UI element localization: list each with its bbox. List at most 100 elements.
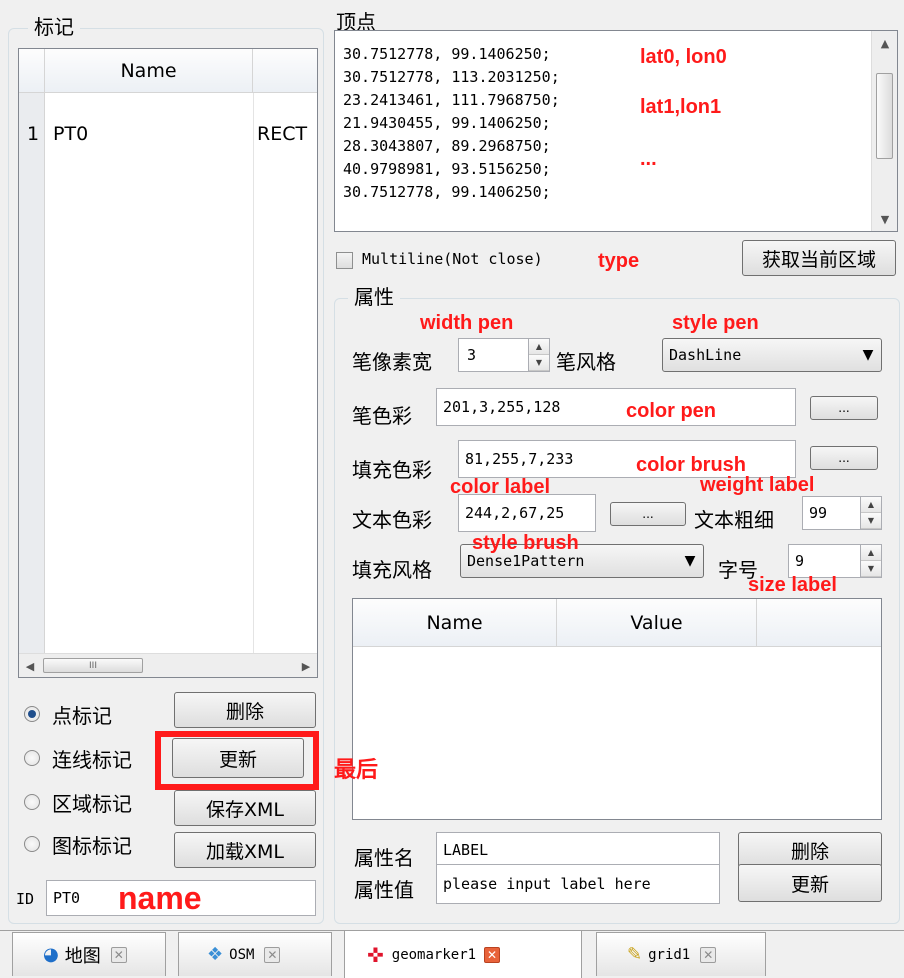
close-icon[interactable]: ✕: [700, 946, 717, 963]
marker-table[interactable]: Name 1 PT0 RECT ◀ III ▶: [18, 48, 318, 678]
brush-style-label: 填充风格: [352, 558, 432, 582]
map-tiles-icon: ❖: [207, 944, 224, 965]
horizontal-scrollbar[interactable]: ◀ III ▶: [19, 653, 317, 677]
markers-group-title: 标记: [28, 16, 80, 38]
vertices-textarea[interactable]: 30.7512778, 99.1406250; 30.7512778, 113.…: [334, 30, 898, 232]
load-xml-button[interactable]: 加载XML: [174, 832, 316, 868]
scroll-thumb[interactable]: III: [43, 658, 143, 673]
table-row-type[interactable]: RECT: [257, 123, 307, 145]
property-table-header-value[interactable]: Value: [557, 599, 757, 647]
radio-point-marker[interactable]: [24, 706, 40, 722]
properties-group-title: 属性: [348, 286, 400, 308]
spin-down-icon[interactable]: ▼: [861, 561, 881, 577]
table-header-type[interactable]: [253, 49, 317, 93]
scroll-up-icon[interactable]: ▲: [872, 31, 897, 55]
attr-name-field[interactable]: LABEL: [436, 832, 720, 868]
scroll-left-icon[interactable]: ◀: [19, 654, 41, 677]
annotation-name: name: [118, 880, 202, 916]
text-color-value: 244,2,67,25: [465, 504, 565, 522]
pen-width-label: 笔像素宽: [352, 350, 432, 374]
pen-style-dropdown[interactable]: DashLine ▼: [662, 338, 882, 372]
vertex-line: 40.9798981, 93.5156250;: [343, 160, 551, 178]
radio-region-marker[interactable]: [24, 794, 40, 810]
get-current-region-button[interactable]: 获取当前区域: [742, 240, 896, 276]
annotation-width-pen: width pen: [420, 312, 514, 334]
close-icon[interactable]: ✕: [484, 946, 501, 963]
text-weight-spin-buttons[interactable]: ▲ ▼: [860, 497, 881, 529]
tab-geomarker1-label: geomarker1: [391, 946, 477, 963]
radio-icon-marker-label[interactable]: 图标标记: [52, 830, 132, 859]
delete-marker-button[interactable]: 删除: [174, 692, 316, 728]
font-size-spin-buttons[interactable]: ▲ ▼: [860, 545, 881, 577]
annotation-last: 最后: [334, 757, 379, 782]
scroll-right-icon[interactable]: ▶: [295, 654, 317, 677]
table-corner: [19, 49, 45, 93]
attr-value-field[interactable]: please input label here: [436, 864, 720, 904]
chevron-down-icon: ▼: [862, 347, 874, 363]
scroll-thumb-grip: III: [89, 660, 97, 671]
property-table-header-extra: [757, 599, 881, 647]
annotation-style-pen: style pen: [672, 312, 759, 334]
text-weight-label: 文本粗细: [694, 508, 774, 532]
radio-line-marker-label[interactable]: 连线标记: [52, 744, 132, 773]
annotation-lat1: lat1,lon1: [640, 96, 722, 118]
radio-line-marker[interactable]: [24, 750, 40, 766]
pen-style-label: 笔风格: [556, 350, 616, 374]
font-size-spinbox[interactable]: 9 ▲ ▼: [788, 544, 882, 578]
pen-color-field[interactable]: 201,3,255,128: [436, 388, 796, 426]
radio-icon-marker[interactable]: [24, 836, 40, 852]
attr-value-value: please input label here: [443, 875, 651, 893]
multiline-checkbox[interactable]: [336, 252, 353, 269]
attr-value-label: 属性值: [354, 878, 414, 902]
brush-color-picker-button[interactable]: ...: [810, 446, 878, 470]
annotation-dots: ...: [640, 148, 657, 170]
attr-name-label: 属性名: [354, 846, 414, 870]
vertices-lines: 30.7512778, 99.1406250; 30.7512778, 113.…: [343, 43, 863, 231]
property-table[interactable]: Name Value: [352, 598, 882, 820]
close-icon[interactable]: ✕: [264, 946, 281, 963]
text-color-picker-button[interactable]: ...: [610, 502, 686, 526]
close-icon[interactable]: ✕: [110, 946, 127, 963]
table-header-name[interactable]: Name: [45, 49, 253, 93]
radio-region-marker-label[interactable]: 区域标记: [52, 788, 132, 817]
brush-color-value: 81,255,7,233: [465, 450, 574, 468]
vertex-line: 23.2413461, 111.7968750;: [343, 91, 560, 109]
text-color-label: 文本色彩: [352, 508, 432, 532]
text-color-field[interactable]: 244,2,67,25: [458, 494, 596, 532]
spin-up-icon[interactable]: ▲: [529, 339, 549, 355]
vertical-scroll-thumb[interactable]: [876, 73, 893, 159]
tab-map-label: 地图: [64, 945, 101, 967]
tab-osm-label: OSM: [229, 946, 255, 963]
tab-osm[interactable]: ❖ OSM ✕: [178, 932, 332, 976]
tab-grid1[interactable]: ✎ grid1 ✕: [596, 932, 766, 976]
pen-width-spin-buttons[interactable]: ▲ ▼: [528, 339, 549, 371]
annotation-style-brush: style brush: [472, 532, 579, 554]
scroll-down-icon[interactable]: ▼: [872, 207, 897, 231]
tab-map[interactable]: ◕ 地图 ✕: [12, 932, 166, 976]
spin-up-icon[interactable]: ▲: [861, 545, 881, 561]
annotation-type: type: [598, 250, 640, 272]
font-size-value: 9: [795, 552, 805, 570]
pen-style-value: DashLine: [669, 346, 742, 364]
row-index[interactable]: 1: [27, 123, 39, 145]
vertices-scrollbar[interactable]: ▲ ▼: [871, 31, 897, 231]
delete-attribute-button[interactable]: 删除: [738, 832, 882, 868]
tab-grid1-label: grid1: [648, 946, 691, 963]
spin-down-icon[interactable]: ▼: [529, 355, 549, 371]
pen-width-spinbox[interactable]: 3 ▲ ▼: [458, 338, 550, 372]
radio-point-marker-label[interactable]: 点标记: [52, 700, 112, 729]
update-attribute-button[interactable]: 更新: [738, 864, 882, 902]
multiline-label[interactable]: Multiline(Not close): [362, 250, 543, 268]
brush-color-label: 填充色彩: [352, 458, 432, 482]
id-label: ID: [16, 890, 35, 908]
pencil-grid-icon: ✎: [627, 944, 643, 965]
save-xml-button[interactable]: 保存XML: [174, 790, 316, 826]
text-weight-spinbox[interactable]: 99 ▲ ▼: [802, 496, 882, 530]
table-row-name[interactable]: PT0: [53, 123, 88, 145]
update-marker-button[interactable]: 更新: [172, 738, 304, 778]
pen-color-picker-button[interactable]: ...: [810, 396, 878, 420]
spin-down-icon[interactable]: ▼: [861, 513, 881, 529]
tab-geomarker1[interactable]: ✜ geomarker1 ✕: [344, 930, 582, 978]
spin-up-icon[interactable]: ▲: [861, 497, 881, 513]
property-table-header-name[interactable]: Name: [353, 599, 557, 647]
